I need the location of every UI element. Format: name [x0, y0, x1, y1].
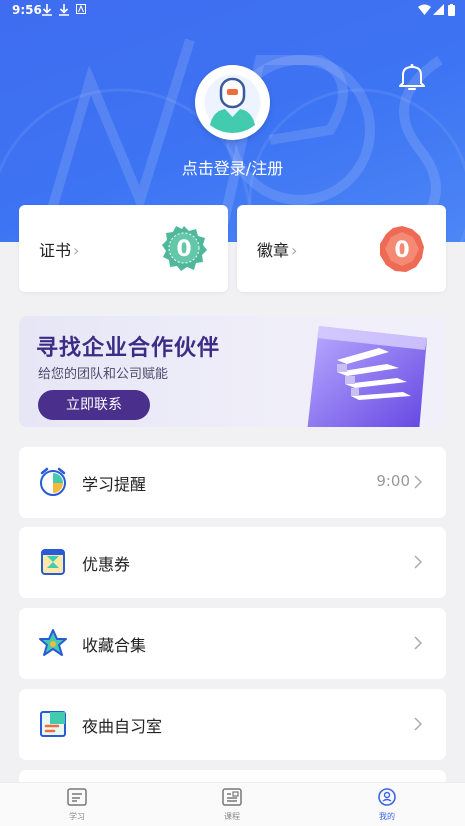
coupon-label: 优惠券: [82, 555, 131, 574]
tab-study[interactable]: 学习: [47, 788, 107, 822]
login-register-link[interactable]: 点击登录/注册: [0, 155, 465, 179]
avatar[interactable]: [195, 65, 270, 140]
chevron-right-icon: [414, 555, 422, 569]
badge-icon: 0: [380, 226, 424, 272]
study-room-icon: [40, 711, 66, 737]
status-time: 9:56: [12, 3, 42, 17]
chevron-right-icon: [414, 636, 422, 650]
course-icon: [222, 788, 242, 806]
profile-icon: [378, 788, 396, 806]
favorites-label: 收藏合集: [82, 636, 147, 655]
reminder-time: 9:00: [376, 472, 410, 490]
bottom-tab-bar: 学习 课程 我的: [0, 782, 465, 826]
banner-subtitle: 给您的团队和公司赋能: [38, 367, 169, 382]
favorites-row[interactable]: 收藏合集: [19, 608, 446, 679]
coupon-icon: [41, 549, 65, 575]
status-bar: 9:56: [0, 0, 465, 22]
contact-now-button[interactable]: 立即联系: [38, 390, 150, 420]
battery-icon: [448, 4, 455, 16]
partner-banner[interactable]: 寻找企业合作伙伴 给您的团队和公司赋能 立即联系: [19, 316, 446, 427]
banner-title: 寻找企业合作伙伴: [36, 336, 221, 361]
signal-icon: [433, 4, 444, 15]
study-icon: [67, 788, 87, 806]
certificate-card[interactable]: 证书 › 0: [19, 205, 228, 292]
wifi-icon: [418, 4, 431, 15]
study-room-row[interactable]: 夜曲自习室: [19, 689, 446, 760]
stairs-illustration-icon: [307, 326, 427, 427]
certificate-label: 证书 ›: [39, 241, 80, 260]
tab-mine[interactable]: 我的: [357, 788, 417, 822]
study-reminder-row[interactable]: 学习提醒 9:00: [19, 447, 446, 518]
notification-bell-icon[interactable]: [398, 62, 426, 92]
download-icon: [42, 4, 52, 16]
user-avatar-icon: [204, 74, 261, 133]
chevron-right-icon: [414, 717, 422, 731]
study-room-label: 夜曲自习室: [82, 717, 163, 736]
star-icon: [39, 629, 67, 656]
alarm-clock-icon: [40, 467, 66, 496]
certificate-badge-icon: 0: [162, 226, 207, 271]
download-icon: [59, 4, 69, 16]
tab-courses[interactable]: 课程: [202, 788, 262, 822]
app-notification-icon: [76, 4, 86, 14]
badge-card[interactable]: 徽章 › 0: [237, 205, 446, 292]
chevron-right-icon: [414, 475, 422, 489]
badge-count: 0: [394, 238, 409, 263]
badge-label: 徽章 ›: [257, 241, 298, 260]
study-reminder-label: 学习提醒: [82, 475, 147, 494]
coupon-row[interactable]: 优惠券: [19, 527, 446, 598]
certificate-count: 0: [176, 237, 191, 262]
